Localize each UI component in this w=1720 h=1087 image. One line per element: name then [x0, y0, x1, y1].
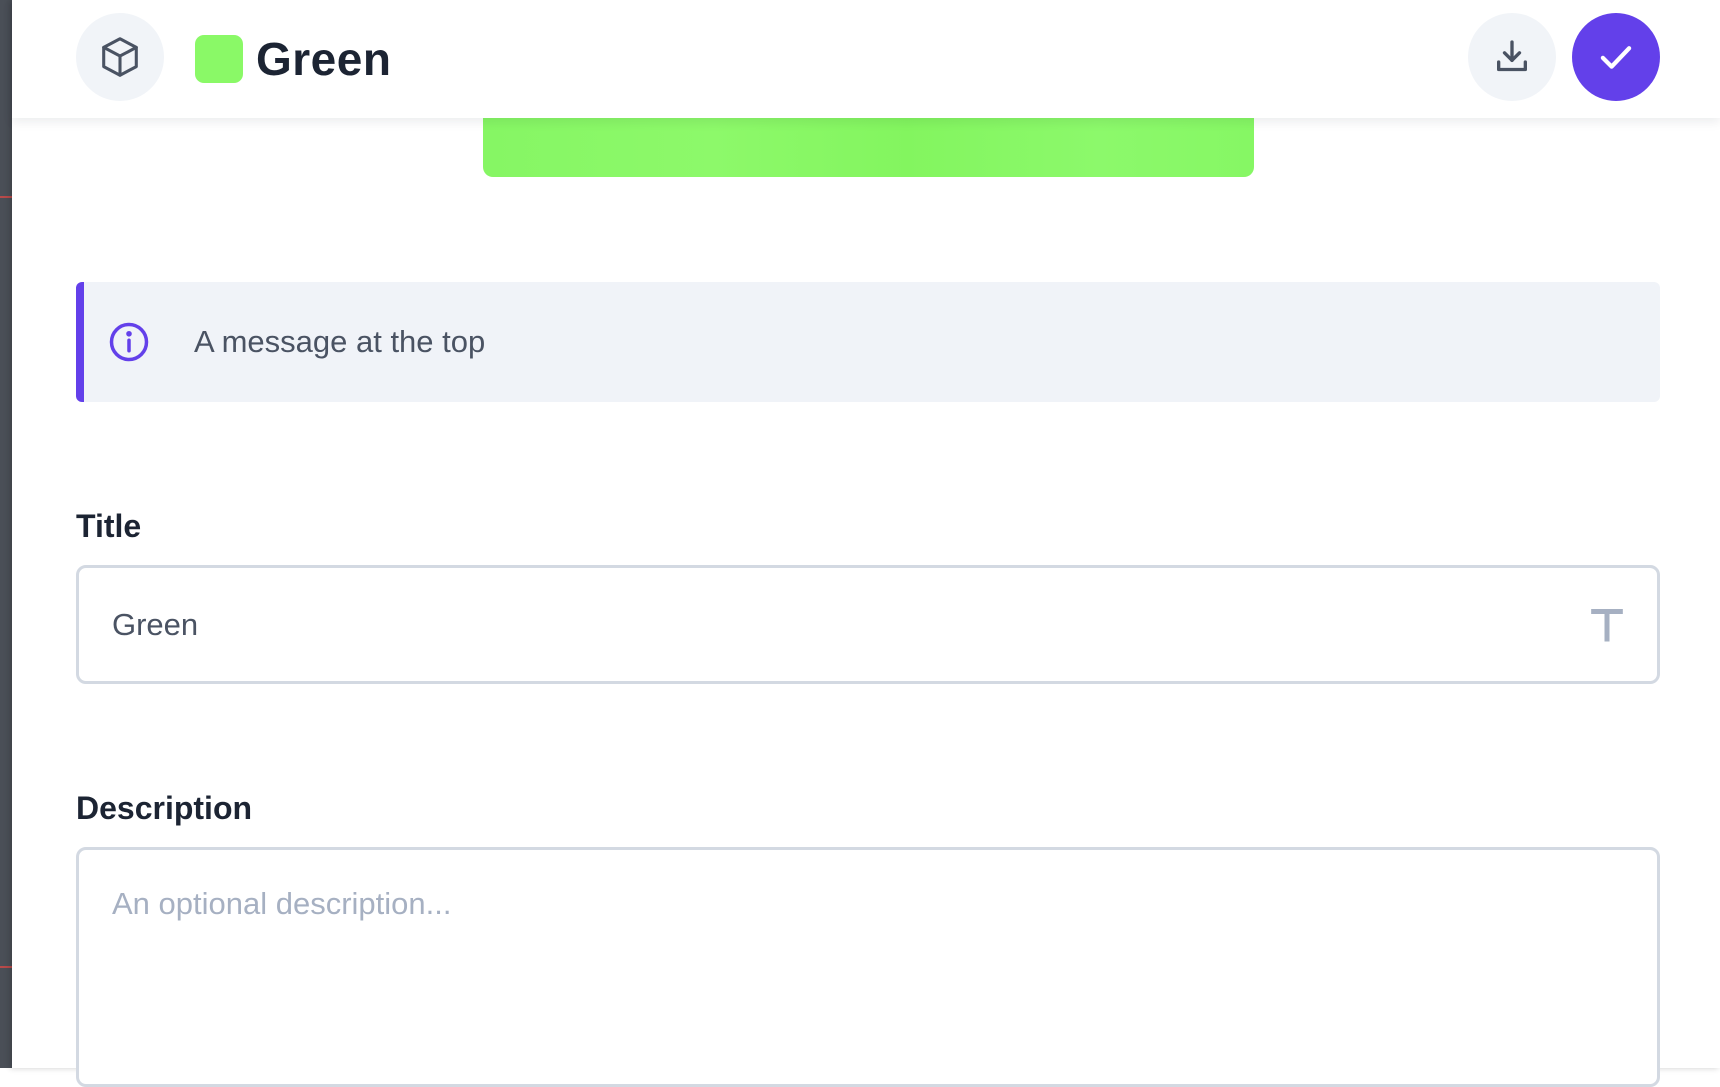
description-label: Description	[76, 790, 253, 826]
item-edit-drawer: Green A message at the top Title Green D…	[12, 0, 1720, 1087]
info-message: A message at the top	[194, 324, 486, 359]
info-icon	[109, 322, 149, 362]
download-button[interactable]	[1468, 13, 1556, 101]
page-title: Green	[256, 33, 392, 85]
cube-icon	[102, 37, 138, 77]
title-field[interactable]	[76, 565, 1660, 684]
check-icon	[1600, 46, 1632, 69]
description-input[interactable]	[112, 884, 1612, 1064]
item-type-button[interactable]	[76, 13, 164, 101]
title-label: Title	[76, 508, 142, 544]
text-type-icon	[1591, 609, 1623, 642]
confirm-button[interactable]	[1572, 13, 1660, 101]
drawer-header: Green	[12, 0, 1720, 118]
background-mark	[0, 196, 12, 198]
background-page-edge	[0, 0, 12, 1068]
info-callout: A message at the top	[76, 282, 1660, 402]
color-swatch	[195, 35, 243, 83]
description-field[interactable]	[76, 847, 1660, 1087]
download-icon	[1497, 40, 1527, 72]
background-mark	[0, 966, 12, 968]
title-input[interactable]	[112, 568, 1512, 681]
